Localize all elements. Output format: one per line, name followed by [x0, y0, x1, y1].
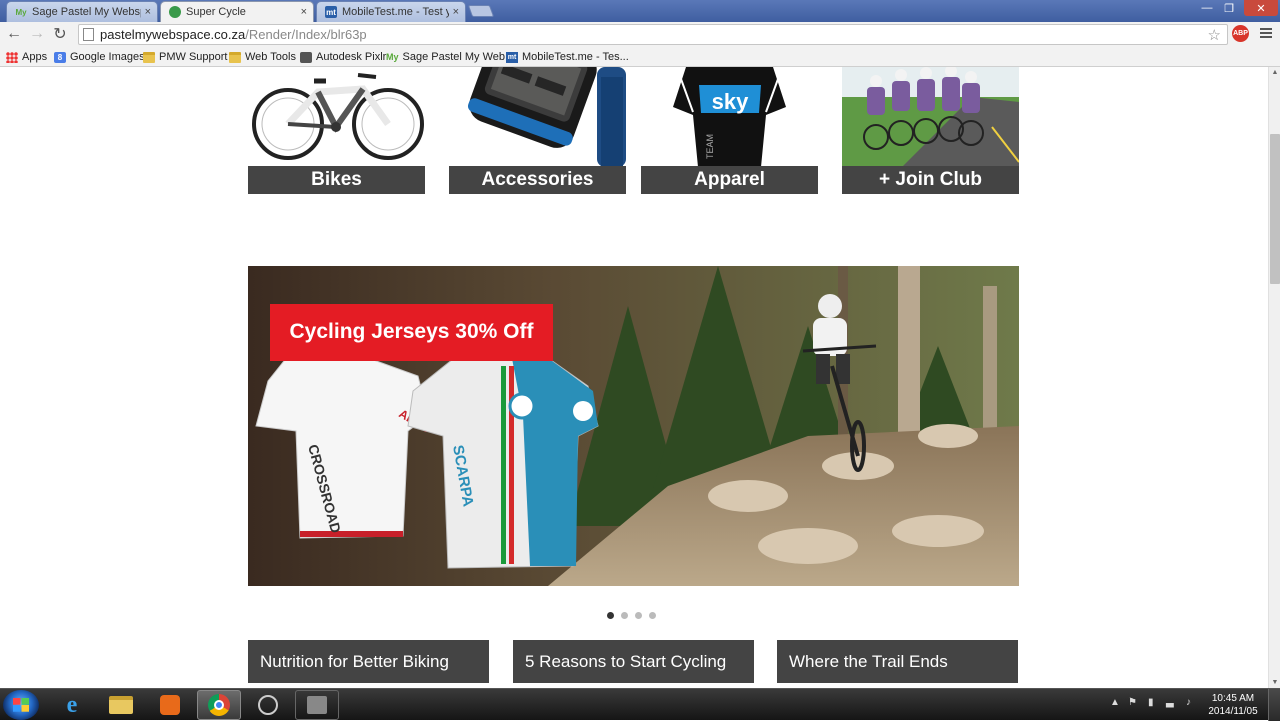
slider-dot-2[interactable]	[621, 612, 628, 619]
page-viewport: Bikes Accessories sky TEAM Apparel + Joi…	[0, 67, 1268, 688]
forward-arrow-icon[interactable]: →	[27, 24, 47, 44]
windows-taskbar: e ▲ ⚑ ▮ ▃ ♪ 10:45 AM 2014/11/05	[0, 688, 1280, 721]
new-tab-button[interactable]	[467, 5, 495, 17]
svg-text:TEAM: TEAM	[705, 134, 715, 159]
promo-banner-slide[interactable]: CROSSROAD AHAU SCARPA Cycling Jerseys 30…	[248, 266, 1019, 586]
restore-window-icon[interactable]: ❐	[1216, 0, 1242, 16]
action-center-flag-icon[interactable]: ⚑	[1128, 697, 1137, 708]
category-label: Bikes	[248, 166, 425, 194]
article-label: 5 Reasons to Start Cycling	[525, 651, 727, 671]
promo-headline: Cycling Jerseys 30% Off	[270, 304, 553, 361]
category-tile-join-club[interactable]: + Join Club	[842, 67, 1019, 194]
page-icon	[83, 28, 94, 41]
scroll-down-arrow-icon[interactable]: ▼	[1271, 679, 1279, 686]
scrollbar-thumb[interactable]	[1270, 134, 1280, 284]
reload-icon[interactable]: ↻	[50, 24, 70, 44]
gps-device-image	[449, 67, 626, 167]
bookmarks-bar: Apps 8 Google Images PMW Support Web Too…	[0, 46, 1280, 67]
mobiletest-icon: mt	[325, 6, 337, 18]
folder-icon	[143, 51, 155, 63]
bookmark-label: Web Tools	[245, 51, 296, 63]
pixlr-taskbar-icon[interactable]	[295, 690, 339, 720]
url-path: /Render/Index/blr63p	[245, 27, 367, 42]
bookmark-pmw-support[interactable]: PMW Support	[143, 49, 227, 65]
google-icon: 8	[54, 51, 66, 63]
bookmark-label: MobileTest.me - Tes...	[522, 51, 629, 63]
category-tile-accessories[interactable]: Accessories	[449, 67, 626, 194]
tab-sage-pastel[interactable]: My Sage Pastel My Webspace ×	[6, 1, 158, 22]
clock-date: 2014/11/05	[1208, 706, 1258, 717]
adblock-plus-icon[interactable]: ABP	[1232, 25, 1249, 42]
close-tab-icon[interactable]: ×	[301, 6, 307, 18]
article-button-reasons[interactable]: 5 Reasons to Start Cycling	[513, 640, 754, 683]
category-label: + Join Club	[842, 166, 1019, 194]
tab-mobiletest[interactable]: mt MobileTest.me - Test you ×	[316, 1, 466, 22]
category-tile-apparel[interactable]: sky TEAM Apparel	[641, 67, 818, 194]
show-desktop-button[interactable]	[1268, 689, 1280, 721]
bookmark-mobiletest[interactable]: mt MobileTest.me - Tes...	[506, 49, 629, 65]
back-arrow-icon[interactable]: ←	[4, 24, 24, 44]
pixlr-icon	[300, 51, 312, 63]
volume-icon[interactable]: ♪	[1186, 697, 1191, 708]
file-explorer-icon[interactable]	[99, 690, 143, 720]
jersey-brand-text: sky	[712, 89, 749, 114]
super-cycle-favicon-icon	[169, 6, 181, 18]
tab-strip: My Sage Pastel My Webspace × Super Cycle…	[0, 0, 1280, 22]
bookmark-label: Sage Pastel My Web...	[402, 51, 515, 63]
mountain-bike-image	[248, 67, 425, 167]
bookmark-star-icon[interactable]: ☆	[1208, 26, 1221, 44]
tab-title: Sage Pastel My Webspace	[32, 6, 141, 18]
category-label: Accessories	[449, 166, 626, 194]
sky-jersey-image: sky TEAM	[641, 67, 818, 167]
article-label: Where the Trail Ends	[789, 651, 948, 671]
battery-icon[interactable]: ▮	[1148, 697, 1154, 708]
url-host: pastelmywebspace.co.za	[100, 27, 246, 42]
category-tile-bikes[interactable]: Bikes	[248, 67, 425, 194]
article-label: Nutrition for Better Biking	[260, 651, 449, 671]
bookmark-label: Autodesk Pixlr	[316, 51, 387, 63]
page-scrollbar[interactable]: ▲ ▼	[1268, 67, 1280, 688]
network-signal-icon[interactable]: ▃	[1166, 697, 1174, 708]
close-tab-icon[interactable]: ×	[453, 6, 459, 18]
close-window-icon[interactable]: ✕	[1244, 0, 1278, 16]
scroll-up-arrow-icon[interactable]: ▲	[1271, 69, 1279, 76]
article-button-nutrition[interactable]: Nutrition for Better Biking	[248, 640, 489, 683]
internet-explorer-icon[interactable]: e	[50, 690, 94, 720]
folder-icon	[229, 51, 241, 63]
tab-super-cycle[interactable]: Super Cycle ×	[160, 1, 314, 22]
address-bar[interactable]: pastelmywebspace.co.za /Render/Index/blr…	[78, 24, 1228, 45]
show-hidden-icons-icon[interactable]: ▲	[1110, 697, 1120, 708]
bookmark-apps[interactable]: Apps	[6, 49, 47, 65]
start-button[interactable]	[3, 690, 39, 720]
slider-dots	[607, 612, 656, 620]
bookmark-google-images[interactable]: 8 Google Images	[54, 49, 145, 65]
tab-title: Super Cycle	[186, 6, 246, 18]
my-webspace-icon: My	[386, 51, 399, 62]
snipping-tool-icon[interactable]	[246, 690, 290, 720]
bookmark-sage-pastel[interactable]: My Sage Pastel My Web...	[386, 49, 514, 65]
bookmark-autodesk-pixlr[interactable]: Autodesk Pixlr	[300, 49, 386, 65]
browser-toolbar: ← → ↻ pastelmywebspace.co.za /Render/Ind…	[0, 22, 1280, 46]
tab-title: MobileTest.me - Test you	[342, 6, 449, 18]
slider-dot-1[interactable]	[607, 612, 614, 619]
apps-grid-icon	[6, 51, 18, 63]
mobiletest-icon: mt	[506, 51, 518, 63]
cycling-club-image	[842, 67, 1019, 167]
bookmark-label: Google Images	[70, 51, 145, 63]
slider-dot-3[interactable]	[635, 612, 642, 619]
slider-dot-4[interactable]	[649, 612, 656, 619]
chrome-taskbar-icon[interactable]	[197, 690, 241, 720]
clock-time: 10:45 AM	[1211, 693, 1255, 704]
bookmark-label: Apps	[22, 51, 48, 63]
taskbar-clock[interactable]: 10:45 AM 2014/11/05	[1208, 692, 1258, 718]
bookmark-label: PMW Support	[159, 51, 228, 63]
media-player-icon[interactable]	[148, 690, 192, 720]
close-tab-icon[interactable]: ×	[145, 6, 151, 18]
article-button-trail[interactable]: Where the Trail Ends	[777, 640, 1018, 683]
chrome-menu-icon[interactable]	[1260, 26, 1272, 40]
my-webspace-icon: My	[15, 7, 27, 17]
bookmark-web-tools[interactable]: Web Tools	[229, 49, 296, 65]
category-label: Apparel	[641, 166, 818, 194]
windows-logo-icon	[13, 698, 29, 712]
